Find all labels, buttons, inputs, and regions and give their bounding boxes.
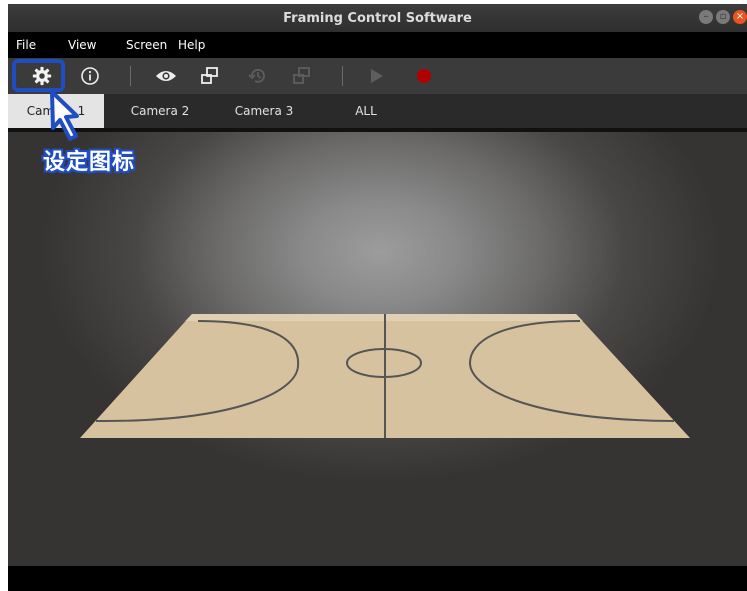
close-button[interactable]: × — [733, 10, 747, 24]
history-button[interactable] — [246, 64, 270, 88]
info-icon — [81, 67, 99, 85]
play-icon — [371, 69, 383, 83]
menu-help[interactable]: Help — [178, 38, 205, 52]
toolbar — [8, 58, 747, 94]
toolbar-separator — [130, 66, 131, 86]
menu-screen[interactable]: Screen — [126, 38, 167, 52]
app-window: Framing Control Software – ▫ × File View… — [8, 4, 747, 591]
camera-tabs: Camera 1 Camera 2 Camera 3 ALL — [8, 94, 747, 128]
minimize-button[interactable]: – — [699, 10, 713, 24]
record-icon — [417, 69, 431, 83]
windows-icon — [201, 67, 218, 84]
annotation-arrow-icon — [50, 90, 79, 141]
tab-camera-3[interactable]: Camera 3 — [216, 94, 312, 128]
history-icon — [248, 68, 265, 83]
menu-bar: File View Screen Help — [8, 32, 747, 58]
play-button[interactable] — [364, 64, 388, 88]
menu-view[interactable]: View — [68, 38, 96, 52]
window-title: Framing Control Software — [283, 10, 472, 26]
tab-camera-2[interactable]: Camera 2 — [112, 94, 208, 128]
record-button[interactable] — [412, 64, 436, 88]
eye-icon — [156, 71, 176, 81]
menu-file[interactable]: File — [16, 38, 36, 52]
basketball-court — [80, 314, 690, 438]
layout-button[interactable] — [290, 64, 314, 88]
status-bar — [8, 566, 747, 591]
title-bar: Framing Control Software – ▫ × — [8, 4, 747, 32]
annotation-label: 设定图标 — [43, 150, 136, 175]
window-controls: – ▫ × — [699, 10, 747, 24]
view-button[interactable] — [154, 64, 178, 88]
windows-button[interactable] — [198, 64, 222, 88]
windows-disabled-icon — [293, 67, 310, 84]
tab-all[interactable]: ALL — [318, 94, 414, 128]
camera-viewport[interactable] — [8, 132, 747, 566]
maximize-button[interactable]: ▫ — [716, 10, 730, 24]
toolbar-separator — [342, 66, 343, 86]
